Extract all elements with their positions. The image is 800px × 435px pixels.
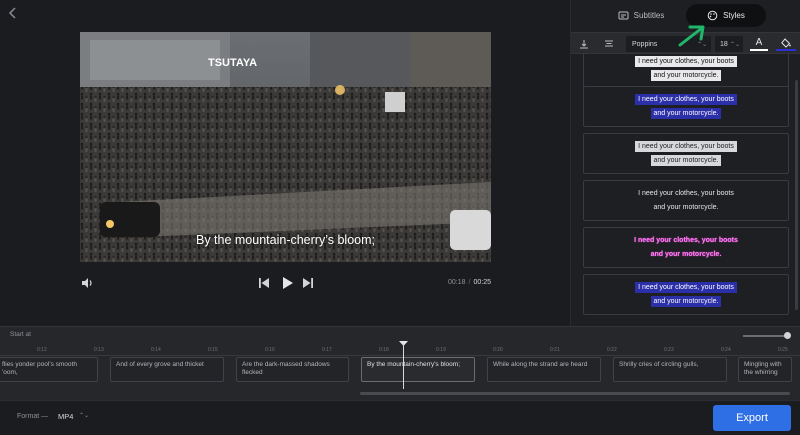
video-frame[interactable]: TSUTAYA By the mountain-cherry’s bloom; — [80, 32, 491, 262]
time-display: 00:18/00:25 — [448, 279, 491, 286]
ruler-tick: 0:23 — [664, 347, 674, 353]
tab-styles-label: Styles — [723, 11, 745, 20]
style-panel: Subtitles Styles Poppins ⌃⌄ 18 ⌃⌄ A I ne… — [570, 0, 800, 326]
ruler-tick: 0:15 — [208, 347, 218, 353]
time-ruler: 0:12 0:13 0:14 0:15 0:16 0:17 0:18 0:19 … — [0, 343, 800, 356]
street-scene-image: TSUTAYA — [80, 32, 491, 262]
preset-line-1: I need your clothes, your boots — [635, 56, 737, 67]
preset-line-1: I need your clothes, your boots — [635, 282, 737, 293]
video-caption: By the mountain-cherry’s bloom; — [195, 233, 376, 247]
chevron-left-icon — [8, 7, 16, 19]
vertical-align-button[interactable] — [576, 36, 592, 52]
preset-line-2: and your motorcycle. — [650, 155, 722, 166]
preset-line-2: and your motorcycle. — [650, 251, 722, 258]
total-time: 00:25 — [473, 279, 491, 286]
font-size-select[interactable]: 18 ⌃⌄ — [715, 36, 743, 52]
style-preset-card[interactable]: I need your clothes, your boots and your… — [583, 227, 789, 268]
footer-bar: Format — MP4 ⌃⌄ Export — [0, 400, 800, 435]
pointer-arrow-icon — [678, 25, 705, 47]
ruler-tick: 0:17 — [322, 347, 332, 353]
align-center-icon — [605, 40, 613, 47]
playhead[interactable] — [403, 343, 404, 389]
timeline: Start at 0:12 0:13 0:14 0:15 0:16 0:17 0… — [0, 326, 800, 400]
time-separator: / — [468, 279, 471, 286]
ruler-tick: 0:14 — [151, 347, 161, 353]
preset-line-2: and your motorcycle. — [650, 70, 722, 81]
subtitle-segment[interactable]: Are the dark-massed shadows flecked — [236, 357, 349, 382]
subtitle-segment[interactable]: Shrilly cries of circling gulls, — [613, 357, 727, 382]
preset-line-2: and your motorcycle. — [650, 108, 722, 119]
timeline-scrollbar[interactable] — [360, 392, 790, 395]
ruler-tick: 0:19 — [436, 347, 446, 353]
tab-subtitles[interactable]: Subtitles — [611, 4, 671, 27]
style-preset-card[interactable]: I need your clothes, your boots and your… — [583, 274, 789, 315]
font-select-value: Poppins — [632, 40, 658, 48]
back-button[interactable] — [8, 6, 22, 22]
preset-line-1: I need your clothes, your boots — [634, 237, 738, 244]
start-at-label: Start at — [10, 331, 31, 338]
ruler-tick: 0:16 — [265, 347, 275, 353]
preset-line-1: I need your clothes, your boots — [635, 94, 737, 105]
subtitle-segment[interactable]: While along the strand are heard — [487, 357, 601, 382]
fill-color-button[interactable] — [775, 36, 797, 52]
chevron-updown-icon[interactable]: ⌃⌄ — [79, 412, 89, 419]
style-preset-card[interactable]: I need your clothes, your boots and your… — [583, 133, 789, 174]
align-bottom-icon — [580, 40, 588, 49]
panel-scrollbar[interactable] — [795, 80, 798, 310]
subtitle-segment[interactable]: flies yonder pool's smooth 'oom, — [0, 357, 98, 382]
player-controls: 00:18/00:25 — [80, 274, 491, 294]
preset-line-2: and your motorcycle. — [653, 204, 719, 211]
current-time: 00:18 — [447, 279, 466, 286]
ruler-tick: 0:20 — [493, 347, 503, 353]
ruler-tick: 0:12 — [37, 347, 47, 353]
subtitles-icon — [618, 11, 629, 20]
ruler-tick: 0:13 — [94, 347, 104, 353]
ruler-baseline — [0, 355, 800, 356]
fill-color-swatch — [776, 48, 796, 51]
paint-bucket-icon — [781, 37, 791, 48]
subtitle-segment-active[interactable]: By the mountain-cherry's bloom; — [361, 357, 475, 382]
zoom-slider-track[interactable] — [743, 335, 787, 337]
text-color-button[interactable]: A — [749, 36, 769, 52]
ruler-tick: 0:22 — [607, 347, 617, 353]
style-preset-card[interactable]: I need your clothes, your boots and your… — [583, 180, 789, 221]
preview-area: TSUTAYA By the mountain-cherry’s bloom; … — [0, 0, 570, 326]
video-subtitle-editor: TSUTAYA By the mountain-cherry’s bloom; … — [0, 0, 800, 435]
ruler-tick: 0:21 — [550, 347, 560, 353]
preset-line-2: and your motorcycle. — [650, 296, 722, 307]
ruler-tick: 0:25 — [778, 347, 788, 353]
style-preset-card[interactable]: I need your clothes, your boots and your… — [583, 54, 789, 89]
ruler-tick: 0:18 — [379, 347, 389, 353]
export-button[interactable]: Export — [713, 405, 791, 431]
preset-line-1: I need your clothes, your boots — [635, 141, 737, 152]
text-align-button[interactable] — [601, 36, 617, 52]
tsutaya-sign-text: TSUTAYA — [208, 57, 257, 69]
format-select[interactable]: MP4 — [58, 412, 73, 421]
preset-line-1: I need your clothes, your boots — [638, 190, 734, 197]
font-size-value: 18 — [720, 40, 728, 48]
text-color-swatch — [750, 49, 768, 51]
chevron-updown-icon: ⌃⌄ — [729, 41, 740, 48]
subtitle-segment[interactable]: Mingling with the whirring — [738, 357, 792, 382]
zoom-slider-handle[interactable] — [784, 332, 791, 339]
volume-icon[interactable] — [80, 276, 94, 290]
ruler-tick: 0:24 — [721, 347, 731, 353]
tab-subtitles-label: Subtitles — [633, 11, 665, 20]
style-preset-list: I need your clothes, your boots and your… — [571, 54, 800, 326]
play-icon[interactable] — [280, 276, 294, 290]
text-color-icon: A — [755, 37, 763, 48]
style-preset-card[interactable]: I need your clothes, your boots and your… — [583, 86, 789, 127]
skip-back-icon[interactable] — [258, 277, 270, 289]
palette-icon — [707, 10, 718, 21]
subtitle-segment[interactable]: And of every grove and thicket — [110, 357, 224, 382]
format-label: Format — — [17, 413, 49, 420]
skip-forward-icon[interactable] — [302, 277, 314, 289]
